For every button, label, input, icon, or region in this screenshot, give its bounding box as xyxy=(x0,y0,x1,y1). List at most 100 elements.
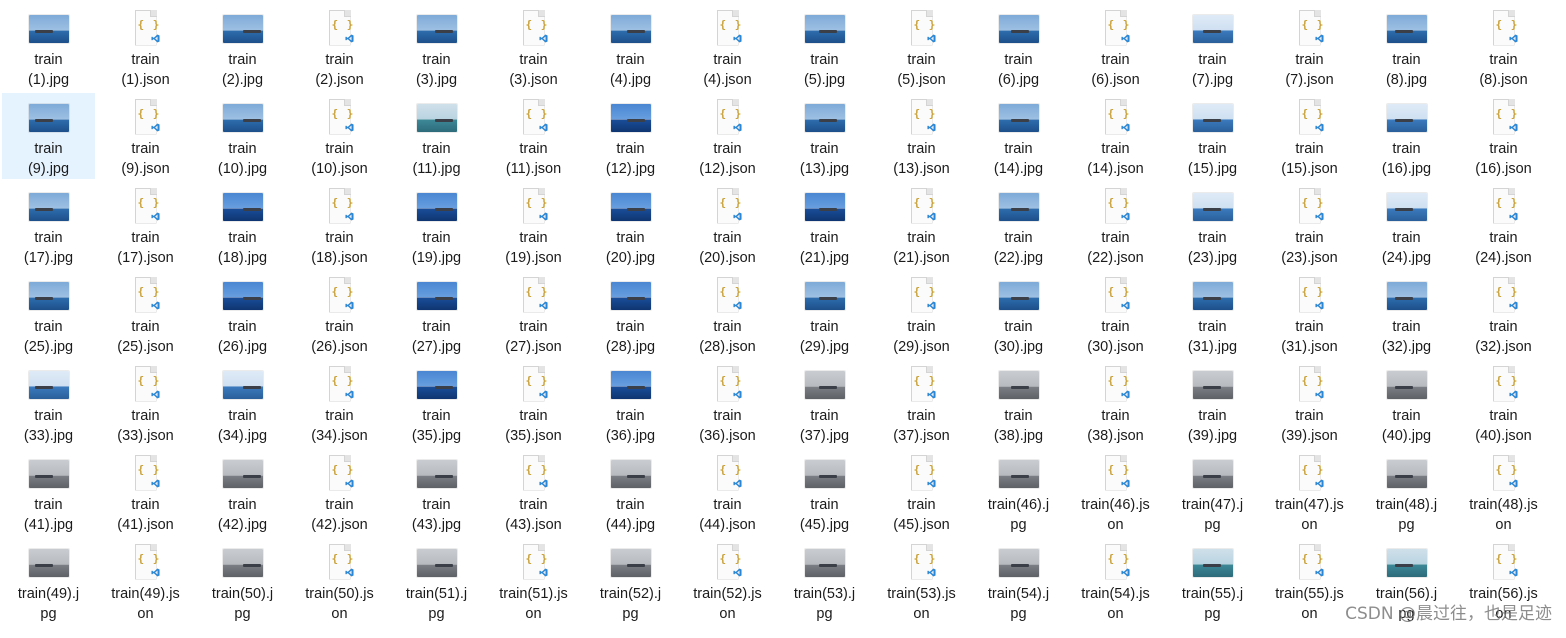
file-item-json[interactable]: { } train (8).json xyxy=(1457,4,1550,90)
file-item-json[interactable]: { } train (5).json xyxy=(875,4,968,90)
file-item-json[interactable]: { } train (39).json xyxy=(1263,360,1356,446)
file-item-json[interactable]: { } train (44).json xyxy=(681,449,774,535)
file-item-json[interactable]: { } train(55).js on xyxy=(1263,538,1356,624)
file-item-json[interactable]: { } train (37).json xyxy=(875,360,968,446)
file-item-json[interactable]: { } train (36).json xyxy=(681,360,774,446)
file-item-json[interactable]: { } train (15).json xyxy=(1263,93,1356,179)
file-item-image[interactable]: train (25).jpg xyxy=(2,271,95,357)
file-item-image[interactable]: train (30).jpg xyxy=(972,271,1065,357)
file-item-json[interactable]: { } train (34).json xyxy=(293,360,386,446)
file-item-json[interactable]: { } train (3).json xyxy=(487,4,580,90)
file-item-json[interactable]: { } train (2).json xyxy=(293,4,386,90)
file-item-image[interactable]: train (41).jpg xyxy=(2,449,95,535)
file-item-json[interactable]: { } train (45).json xyxy=(875,449,968,535)
file-item-image[interactable]: train(46).j pg xyxy=(972,449,1065,535)
file-item-image[interactable]: train (31).jpg xyxy=(1166,271,1259,357)
file-item-json[interactable]: { } train (41).json xyxy=(99,449,192,535)
file-item-json[interactable]: { } train (4).json xyxy=(681,4,774,90)
file-item-image[interactable]: train (2).jpg xyxy=(196,4,289,90)
file-item-image[interactable]: train (4).jpg xyxy=(584,4,677,90)
file-item-json[interactable]: { } train (28).json xyxy=(681,271,774,357)
file-item-json[interactable]: { } train (14).json xyxy=(1069,93,1162,179)
file-item-image[interactable]: train (28).jpg xyxy=(584,271,677,357)
file-item-json[interactable]: { } train (35).json xyxy=(487,360,580,446)
file-item-json[interactable]: { } train (1).json xyxy=(99,4,192,90)
file-item-image[interactable]: train (7).jpg xyxy=(1166,4,1259,90)
file-item-json[interactable]: { } train (13).json xyxy=(875,93,968,179)
file-item-image[interactable]: train (13).jpg xyxy=(778,93,871,179)
file-item-json[interactable]: { } train(53).js on xyxy=(875,538,968,624)
file-item-json[interactable]: { } train (43).json xyxy=(487,449,580,535)
file-item-image[interactable]: train (42).jpg xyxy=(196,449,289,535)
file-item-image[interactable]: train (10).jpg xyxy=(196,93,289,179)
file-item-image[interactable]: train (18).jpg xyxy=(196,182,289,268)
file-item-image[interactable]: train (14).jpg xyxy=(972,93,1065,179)
file-item-image[interactable]: train(49).j pg xyxy=(2,538,95,624)
file-item-image[interactable]: train (8).jpg xyxy=(1360,4,1453,90)
file-item-json[interactable]: { } train (23).json xyxy=(1263,182,1356,268)
file-item-json[interactable]: { } train(50).js on xyxy=(293,538,386,624)
file-item-image[interactable]: train (9).jpg xyxy=(2,93,95,179)
file-item-image[interactable]: train(52).j pg xyxy=(584,538,677,624)
file-item-json[interactable]: { } train (27).json xyxy=(487,271,580,357)
file-item-json[interactable]: { } train (31).json xyxy=(1263,271,1356,357)
file-item-json[interactable]: { } train(47).js on xyxy=(1263,449,1356,535)
file-item-image[interactable]: train (29).jpg xyxy=(778,271,871,357)
file-item-image[interactable]: train (35).jpg xyxy=(390,360,483,446)
file-item-json[interactable]: { } train (20).json xyxy=(681,182,774,268)
file-item-image[interactable]: train (23).jpg xyxy=(1166,182,1259,268)
file-item-image[interactable]: train (5).jpg xyxy=(778,4,871,90)
file-item-json[interactable]: { } train (26).json xyxy=(293,271,386,357)
file-item-json[interactable]: { } train (33).json xyxy=(99,360,192,446)
file-item-image[interactable]: train(50).j pg xyxy=(196,538,289,624)
file-item-json[interactable]: { } train (21).json xyxy=(875,182,968,268)
file-item-image[interactable]: train (16).jpg xyxy=(1360,93,1453,179)
file-item-image[interactable]: train (19).jpg xyxy=(390,182,483,268)
file-item-json[interactable]: { } train (22).json xyxy=(1069,182,1162,268)
file-item-image[interactable]: train (17).jpg xyxy=(2,182,95,268)
file-item-json[interactable]: { } train (9).json xyxy=(99,93,192,179)
file-item-image[interactable]: train (22).jpg xyxy=(972,182,1065,268)
file-item-json[interactable]: { } train(49).js on xyxy=(99,538,192,624)
file-item-json[interactable]: { } train (40).json xyxy=(1457,360,1550,446)
file-item-json[interactable]: { } train (10).json xyxy=(293,93,386,179)
file-item-image[interactable]: train (34).jpg xyxy=(196,360,289,446)
file-item-image[interactable]: train (40).jpg xyxy=(1360,360,1453,446)
file-item-image[interactable]: train(47).j pg xyxy=(1166,449,1259,535)
file-item-image[interactable]: train (26).jpg xyxy=(196,271,289,357)
file-item-image[interactable]: train(48).j pg xyxy=(1360,449,1453,535)
file-item-image[interactable]: train (12).jpg xyxy=(584,93,677,179)
file-item-image[interactable]: train (21).jpg xyxy=(778,182,871,268)
file-item-image[interactable]: train (38).jpg xyxy=(972,360,1065,446)
file-item-json[interactable]: { } train (16).json xyxy=(1457,93,1550,179)
file-item-json[interactable]: { } train(48).js on xyxy=(1457,449,1550,535)
file-item-image[interactable]: train (44).jpg xyxy=(584,449,677,535)
file-item-image[interactable]: train (36).jpg xyxy=(584,360,677,446)
file-item-image[interactable]: train (43).jpg xyxy=(390,449,483,535)
file-item-json[interactable]: { } train(52).js on xyxy=(681,538,774,624)
file-item-image[interactable]: train(51).j pg xyxy=(390,538,483,624)
file-item-json[interactable]: { } train (30).json xyxy=(1069,271,1162,357)
file-item-image[interactable]: train (24).jpg xyxy=(1360,182,1453,268)
file-item-json[interactable]: { } train (25).json xyxy=(99,271,192,357)
file-item-json[interactable]: { } train (6).json xyxy=(1069,4,1162,90)
file-item-image[interactable]: train(55).j pg xyxy=(1166,538,1259,624)
file-item-json[interactable]: { } train(51).js on xyxy=(487,538,580,624)
file-item-json[interactable]: { } train (12).json xyxy=(681,93,774,179)
file-item-image[interactable]: train (37).jpg xyxy=(778,360,871,446)
file-item-image[interactable]: train (45).jpg xyxy=(778,449,871,535)
file-item-json[interactable]: { } train(46).js on xyxy=(1069,449,1162,535)
file-item-image[interactable]: train (32).jpg xyxy=(1360,271,1453,357)
file-item-image[interactable]: train(53).j pg xyxy=(778,538,871,624)
file-item-json[interactable]: { } train (7).json xyxy=(1263,4,1356,90)
file-item-image[interactable]: train (11).jpg xyxy=(390,93,483,179)
file-item-json[interactable]: { } train (32).json xyxy=(1457,271,1550,357)
file-item-json[interactable]: { } train (38).json xyxy=(1069,360,1162,446)
file-item-json[interactable]: { } train (29).json xyxy=(875,271,968,357)
file-item-json[interactable]: { } train (18).json xyxy=(293,182,386,268)
file-item-image[interactable]: train (3).jpg xyxy=(390,4,483,90)
file-item-image[interactable]: train (15).jpg xyxy=(1166,93,1259,179)
file-item-image[interactable]: train (27).jpg xyxy=(390,271,483,357)
file-item-image[interactable]: train (33).jpg xyxy=(2,360,95,446)
file-item-json[interactable]: { } train (24).json xyxy=(1457,182,1550,268)
